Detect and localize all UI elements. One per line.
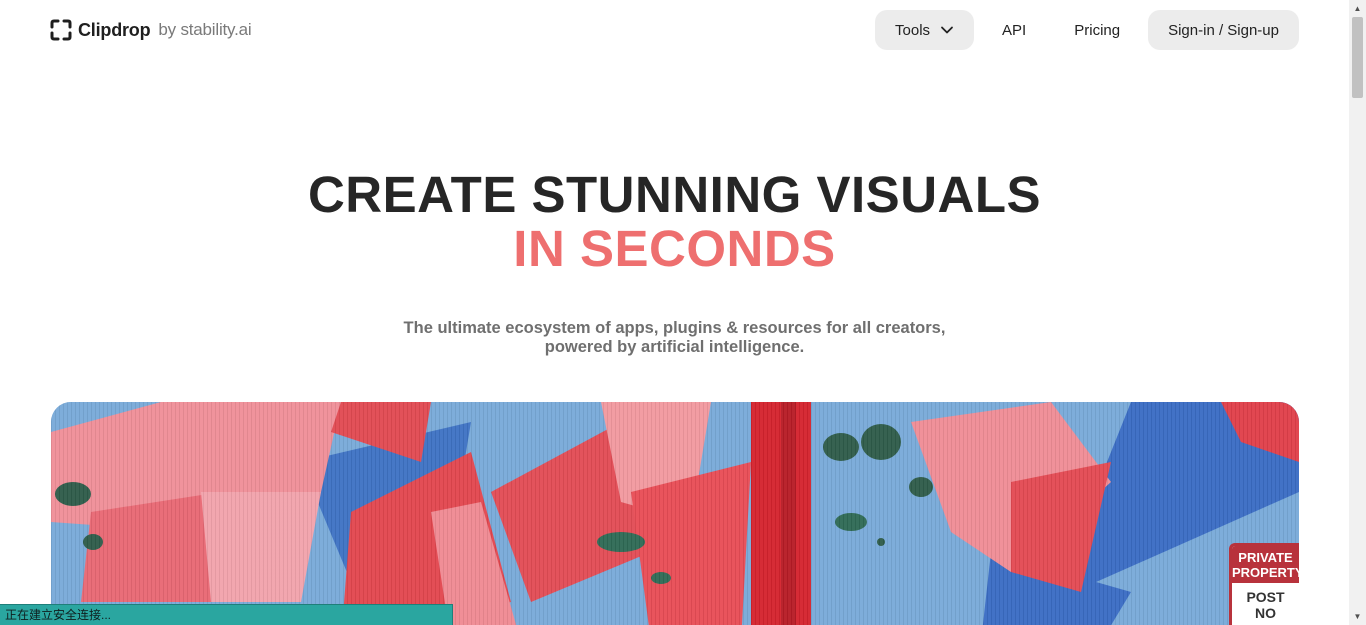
hero-mural-image: PRIVATE PROPERTY POST NO xyxy=(51,402,1299,625)
mural-artwork xyxy=(51,402,1299,625)
scrollbar-thumb[interactable] xyxy=(1352,17,1363,98)
sign-bottom: POST NO xyxy=(1232,583,1299,621)
sign-top-line1: PRIVATE xyxy=(1238,550,1293,565)
logo-name: Clipdrop xyxy=(78,19,151,40)
clipdrop-logo[interactable]: Clipdrop by stability.ai xyxy=(50,18,252,42)
sign-bottom-line2: NO xyxy=(1255,605,1276,621)
browser-status-bar: 正在建立安全连接... xyxy=(0,604,453,625)
pricing-link[interactable]: Pricing xyxy=(1054,10,1140,50)
hero-title: CREATE STUNNING VISUALS IN SECONDS xyxy=(0,168,1349,276)
signin-button[interactable]: Sign-in / Sign-up xyxy=(1148,10,1299,50)
sign-top: PRIVATE PROPERTY xyxy=(1232,546,1299,583)
logo-byline: by stability.ai xyxy=(158,20,252,39)
chevron-down-icon xyxy=(941,26,953,34)
hero-title-line2: IN SECONDS xyxy=(513,220,836,277)
api-link[interactable]: API xyxy=(982,10,1046,50)
page: Clipdrop by stability.ai Tools API Prici… xyxy=(0,0,1349,625)
hero-subtitle: The ultimate ecosystem of apps, plugins … xyxy=(0,319,1349,357)
tools-label: Tools xyxy=(895,21,931,39)
sign-top-line2: PROPERTY xyxy=(1232,565,1299,580)
hero-title-line1: CREATE STUNNING VISUALS xyxy=(307,166,1042,223)
top-header: Clipdrop by stability.ai Tools API Prici… xyxy=(0,0,1349,60)
clipdrop-frame-icon xyxy=(50,19,72,41)
scroll-down-arrow-icon[interactable]: ▼ xyxy=(1349,608,1366,625)
hero-subtitle-line1: The ultimate ecosystem of apps, plugins … xyxy=(403,319,946,337)
scroll-up-arrow-icon[interactable]: ▲ xyxy=(1349,0,1366,17)
hero-subtitle-line2: powered by artificial intelligence. xyxy=(544,338,805,356)
page-scrollbar[interactable]: ▲ ▼ xyxy=(1349,0,1366,625)
sign-bottom-line1: POST xyxy=(1246,589,1285,605)
tools-menu-button[interactable]: Tools xyxy=(875,10,975,50)
private-property-sign: PRIVATE PROPERTY POST NO xyxy=(1229,543,1299,625)
main-nav: Tools API Pricing Sign-in / Sign-up xyxy=(875,10,1299,50)
